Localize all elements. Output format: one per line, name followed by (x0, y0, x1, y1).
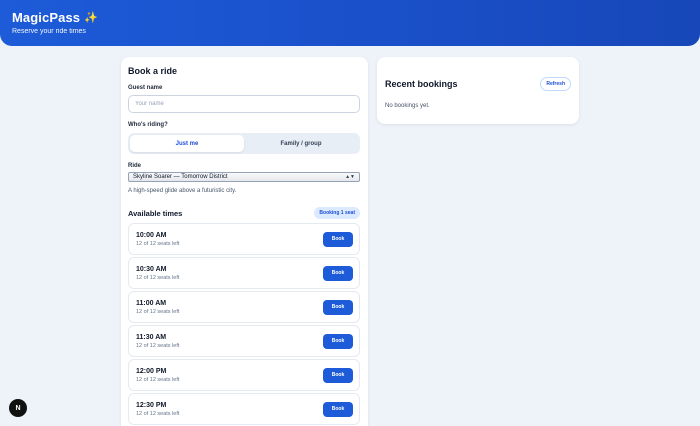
book-button[interactable]: Book (323, 299, 353, 315)
time-slot: 11:00 AM 12 of 12 seats left Book (128, 291, 360, 323)
recent-bookings-header: Recent bookings Refresh (385, 77, 571, 91)
app-tagline: Reserve your ride times (12, 28, 86, 35)
refresh-button[interactable]: Refresh (540, 77, 571, 91)
slot-time: 11:30 AM (136, 333, 167, 341)
book-button[interactable]: Book (323, 367, 353, 383)
slot-time: 10:00 AM (136, 231, 167, 239)
dev-tools-button[interactable]: N (9, 399, 27, 417)
sparkles-icon: ✨ (84, 12, 98, 24)
slot-seats: 12 of 12 seats left (136, 376, 180, 383)
guest-name-label: Guest name (128, 85, 163, 91)
slot-time: 10:30 AM (136, 265, 167, 273)
slot-seats: 12 of 12 seats left (136, 274, 180, 281)
recent-bookings-title: Recent bookings (385, 79, 458, 89)
book-button[interactable]: Book (323, 265, 353, 281)
time-slot: 12:30 PM 12 of 12 seats left Book (128, 393, 360, 425)
riding-toggle: Just me Family / group (128, 133, 360, 154)
select-arrows-icon: ▲▼ (345, 174, 355, 180)
app-title: MagicPass (12, 10, 81, 25)
slot-seats: 12 of 12 seats left (136, 410, 180, 417)
time-slot: 10:00 AM 12 of 12 seats left Book (128, 223, 360, 255)
time-slot: 12:00 PM 12 of 12 seats left Book (128, 359, 360, 391)
no-bookings-text: No bookings yet. (385, 103, 430, 109)
fab-label: N (15, 404, 21, 412)
time-slot: 11:30 AM 12 of 12 seats left Book (128, 325, 360, 357)
time-slot-list: 10:00 AM 12 of 12 seats left Book 10:30 … (128, 223, 360, 425)
just-me-option[interactable]: Just me (130, 135, 244, 152)
ride-select[interactable]: Skyline Soarer — Tomorrow District ▲▼ (128, 172, 360, 182)
ride-select-value: Skyline Soarer — Tomorrow District (133, 174, 228, 180)
book-button[interactable]: Book (323, 401, 353, 417)
slot-seats: 12 of 12 seats left (136, 240, 180, 247)
available-times-title: Available times (128, 208, 183, 218)
time-slot: 10:30 AM 12 of 12 seats left Book (128, 257, 360, 289)
slot-time: 12:00 PM (136, 367, 167, 375)
app-header: MagicPass ✨ Reserve your ride times (0, 0, 700, 46)
book-ride-title: Book a ride (128, 66, 178, 76)
available-times-header: Available times Booking 1 seat (128, 207, 360, 219)
book-ride-card: Book a ride Guest name Who's riding? Jus… (121, 57, 368, 426)
slot-time: 11:00 AM (136, 299, 167, 307)
book-button[interactable]: Book (323, 231, 353, 247)
slot-time: 12:30 PM (136, 401, 167, 409)
book-button[interactable]: Book (323, 333, 353, 349)
ride-label: Ride (128, 163, 142, 169)
guest-name-input[interactable] (128, 95, 360, 113)
app-title-row: MagicPass ✨ (12, 10, 688, 25)
ride-description: A high-speed glide above a futuristic ci… (128, 188, 237, 194)
family-group-option[interactable]: Family / group (244, 135, 358, 152)
slot-seats: 12 of 12 seats left (136, 308, 180, 315)
slot-seats: 12 of 12 seats left (136, 342, 180, 349)
recent-bookings-card: Recent bookings Refresh No bookings yet. (377, 57, 579, 124)
booking-seat-badge: Booking 1 seat (314, 207, 360, 219)
riding-label: Who's riding? (128, 122, 168, 128)
